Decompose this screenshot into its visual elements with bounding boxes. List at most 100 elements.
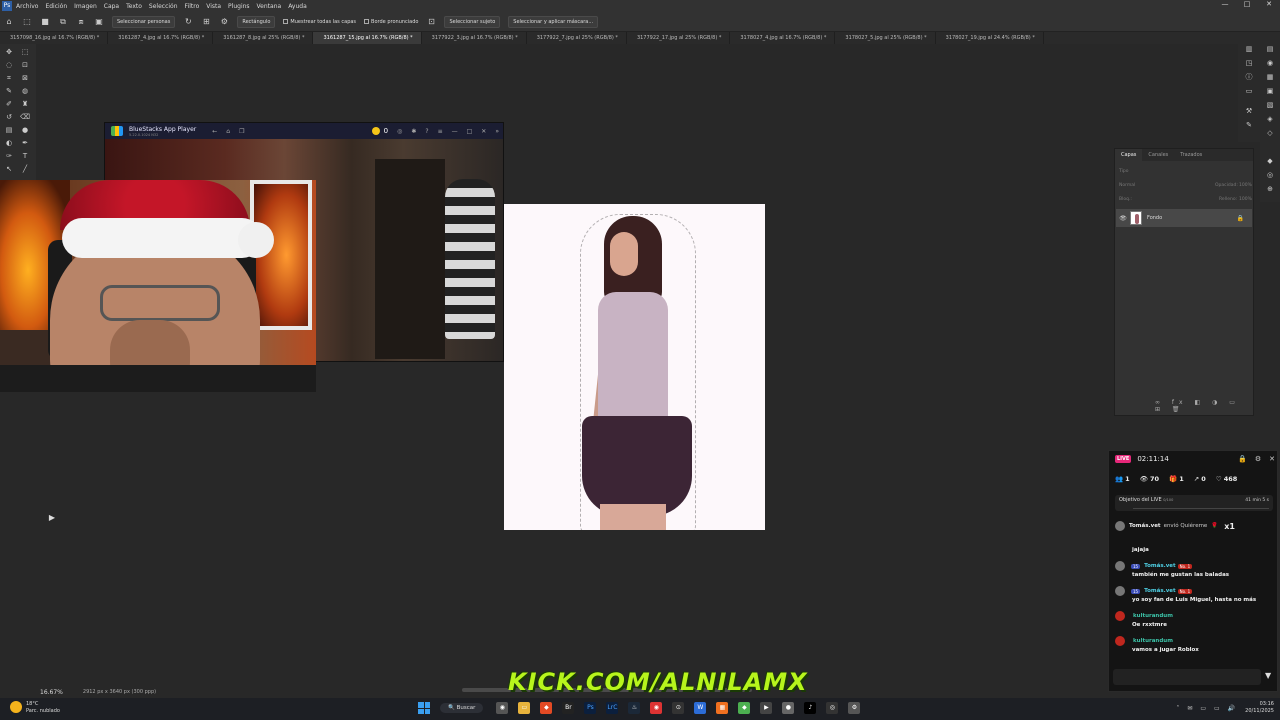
stamp-tool-icon[interactable]: ♜ bbox=[20, 99, 30, 109]
home-icon[interactable]: ⌂ bbox=[3, 16, 15, 28]
marquee-tool-icon[interactable]: ⬚ bbox=[20, 47, 30, 57]
sample-all-layers-checkbox[interactable]: Muestrear todas las capas bbox=[283, 19, 356, 25]
weather-widget[interactable]: 18°C Parc. nublado bbox=[10, 701, 60, 715]
bridge-app-icon[interactable]: Br bbox=[562, 702, 575, 714]
new-selection-icon[interactable]: ■ bbox=[39, 16, 51, 28]
menu-texto[interactable]: Texto bbox=[126, 3, 142, 10]
layers-footer-icons[interactable]: ∞ fx ◧ ◑ ▭ ⊞ 🗑 bbox=[1155, 399, 1253, 413]
opacity-value[interactable]: 100% bbox=[1239, 183, 1252, 188]
comment-icon[interactable]: ▭ bbox=[1244, 86, 1254, 96]
minimize-icon[interactable]: — bbox=[1214, 0, 1236, 8]
gear-icon[interactable]: ⚙ bbox=[1255, 455, 1261, 463]
object-select-tool-icon[interactable]: ⊡ bbox=[20, 60, 30, 70]
folder-icon[interactable]: ▭ bbox=[1200, 705, 1206, 712]
media-player-icon[interactable]: ▶ bbox=[760, 702, 773, 714]
camera-app-icon[interactable]: ◉ bbox=[496, 702, 509, 714]
coins-display[interactable]: 0 bbox=[371, 127, 388, 135]
menu-filtro[interactable]: Filtro bbox=[185, 3, 200, 10]
gradients-icon[interactable]: ▣ bbox=[1265, 86, 1275, 96]
refresh-icon[interactable]: ↻ bbox=[182, 16, 194, 28]
menu-archivo[interactable]: Archivo bbox=[16, 3, 38, 10]
maximize-icon[interactable]: □ bbox=[467, 128, 473, 135]
taskbar-search[interactable]: 🔍 Buscar bbox=[440, 703, 484, 713]
lightroom-app-icon[interactable]: LrC bbox=[606, 702, 619, 714]
history-icon[interactable]: ▥ bbox=[1244, 44, 1254, 54]
tab-document[interactable]: 3161287_4.jpg al 16.7% (RGB/8) * bbox=[108, 32, 214, 44]
obs-app-icon[interactable]: ◎ bbox=[826, 702, 839, 714]
tab-document[interactable]: 3177922_7.jpg al 25% (RGB/8) * bbox=[527, 32, 627, 44]
send-icon[interactable]: ▼ bbox=[1265, 671, 1271, 680]
close-icon[interactable]: ✕ bbox=[1258, 0, 1280, 8]
tab-document[interactable]: 3178027_5.jpg al 25% (RGB/8) * bbox=[835, 32, 936, 44]
brush-tool-icon[interactable]: ✐ bbox=[4, 99, 14, 109]
close-icon[interactable]: ✕ bbox=[481, 128, 486, 135]
menu-ayuda[interactable]: Ayuda bbox=[288, 3, 307, 10]
tiktok-app-icon[interactable]: ♪ bbox=[804, 702, 817, 714]
minimize-icon[interactable]: — bbox=[452, 128, 458, 135]
styles-icon[interactable]: ◈ bbox=[1265, 114, 1275, 124]
subtract-selection-icon[interactable]: ⧈ bbox=[75, 16, 87, 28]
adjust-icon[interactable]: ⚒ bbox=[1244, 106, 1254, 116]
settings-app-icon[interactable]: ⚙ bbox=[848, 702, 861, 714]
fill-value[interactable]: 100% bbox=[1239, 197, 1252, 202]
tab-document[interactable]: 3157098_16.jpg al 16.7% (RGB/8) * bbox=[0, 32, 109, 44]
menu-seleccion[interactable]: Selección bbox=[149, 3, 178, 10]
menu-vista[interactable]: Vista bbox=[206, 3, 221, 10]
expand-icon[interactable]: » bbox=[495, 128, 499, 135]
tab-document[interactable]: 3177922_3.jpg al 16.7% (RGB/8) * bbox=[422, 32, 527, 44]
close-icon[interactable]: ✕ bbox=[1269, 455, 1275, 463]
mode-dropdown[interactable]: Rectángulo bbox=[237, 15, 276, 28]
gradient-tool-icon[interactable]: ▤ bbox=[4, 125, 14, 135]
bell-icon[interactable]: ✱ bbox=[411, 128, 416, 135]
mail-icon[interactable]: ✉ bbox=[1187, 705, 1192, 712]
recent-apps-icon[interactable]: ❐ bbox=[239, 128, 244, 135]
back-icon[interactable]: ← bbox=[212, 128, 217, 135]
lasso-tool-icon[interactable]: ◌ bbox=[4, 60, 14, 70]
lookup-app-icon[interactable]: ⊙ bbox=[672, 702, 685, 714]
select-subject-button[interactable]: Seleccionar sujeto bbox=[444, 15, 501, 28]
document-canvas[interactable] bbox=[504, 204, 765, 530]
object-finder-icon[interactable]: ⊞ bbox=[200, 16, 212, 28]
volume-icon[interactable]: 🔊 bbox=[1228, 705, 1235, 712]
menu-capa[interactable]: Capa bbox=[104, 3, 119, 10]
blend-mode-dropdown[interactable]: Normal bbox=[1119, 183, 1135, 188]
layer-filter-search[interactable]: Tipo bbox=[1119, 169, 1128, 174]
intersect-selection-icon[interactable]: ▣ bbox=[93, 16, 105, 28]
brave-browser-icon[interactable]: ◆ bbox=[540, 702, 553, 714]
tab-document[interactable]: 3178027_4.jpg al 16.7% (RGB/8) * bbox=[730, 32, 836, 44]
select-subject-icon[interactable]: ⊡ bbox=[425, 16, 437, 28]
chat-user[interactable]: kulturandum bbox=[1133, 613, 1173, 619]
dodge-tool-icon[interactable]: ◐ bbox=[4, 138, 14, 148]
blur-tool-icon[interactable]: ● bbox=[20, 125, 30, 135]
properties-icon[interactable]: ▤ bbox=[1265, 44, 1275, 54]
object-selection-tool-icon[interactable]: ⬚ bbox=[21, 16, 33, 28]
chat-user[interactable]: Tomás.vet bbox=[1144, 563, 1176, 569]
bluestacks-app-icon[interactable]: ◆ bbox=[738, 702, 751, 714]
home-icon[interactable]: ⌂ bbox=[226, 128, 230, 135]
menu-plugins[interactable]: Plugins bbox=[228, 3, 250, 10]
select-and-mask-button[interactable]: Seleccionar y aplicar máscara... bbox=[508, 15, 599, 28]
tab-document[interactable]: 3177922_17.jpg al 25% (RGB/8) * bbox=[627, 32, 731, 44]
crop-tool-icon[interactable]: ⌗ bbox=[4, 73, 14, 83]
layer-row[interactable]: 👁 Fondo 🔒 bbox=[1116, 209, 1252, 227]
history-brush-icon[interactable]: ↺ bbox=[4, 112, 14, 122]
pen-alt-tool-icon[interactable]: ✑ bbox=[4, 151, 14, 161]
path-select-tool-icon[interactable]: ↖ bbox=[4, 164, 14, 174]
paths-icon[interactable]: ◇ bbox=[1265, 128, 1275, 138]
color-icon[interactable]: ◉ bbox=[1265, 58, 1275, 68]
zoom-level[interactable]: 16.67% bbox=[40, 689, 63, 696]
chevron-up-icon[interactable]: ˄ bbox=[1176, 705, 1179, 712]
circle-app-icon[interactable]: ● bbox=[782, 702, 795, 714]
lock-icon[interactable]: 🔒 bbox=[1238, 455, 1247, 463]
help-icon[interactable]: ? bbox=[425, 128, 428, 135]
type-tool-icon[interactable]: T bbox=[20, 151, 30, 161]
menu-imagen[interactable]: Imagen bbox=[74, 3, 97, 10]
eraser-tool-icon[interactable]: ⌫ bbox=[20, 112, 30, 122]
tab-capas[interactable]: Capas bbox=[1115, 149, 1143, 161]
info-icon[interactable]: ⓘ bbox=[1244, 72, 1254, 82]
eyedropper-tool-icon[interactable]: ✎ bbox=[4, 86, 14, 96]
gear-icon[interactable]: ⚙ bbox=[218, 16, 230, 28]
move-tool-icon[interactable]: ✥ bbox=[4, 47, 14, 57]
menu-ventana[interactable]: Ventana bbox=[257, 3, 282, 10]
office-app-icon[interactable]: ▦ bbox=[716, 702, 729, 714]
